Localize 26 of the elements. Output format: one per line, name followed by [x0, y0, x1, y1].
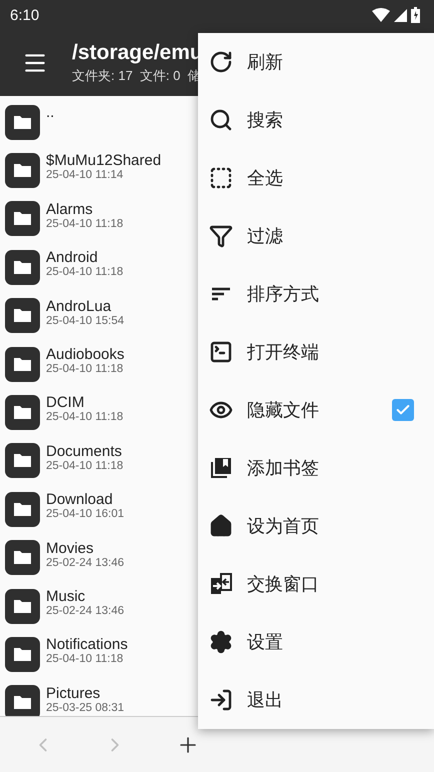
file-date: 25-04-10 11:18	[46, 266, 124, 278]
file-name: Pictures	[46, 684, 102, 702]
file-name: Music	[46, 588, 86, 605]
file-date: 25-04-10 11:18	[46, 362, 124, 375]
file-name: Android	[46, 249, 99, 266]
status-time: 6:10	[10, 6, 40, 24]
file-date: 25-03-25 08:31	[46, 702, 124, 714]
file-date: 25-04-10 11:18	[46, 653, 124, 666]
file-date: 25-04-10 11:18	[46, 460, 124, 472]
file-date: 25-02-24 13:46	[46, 604, 124, 617]
file-name: DCIM	[46, 394, 86, 412]
file-date: 25-02-24 13:46	[46, 556, 124, 569]
file-name: Audiobooks	[46, 346, 124, 363]
file-name: Download	[46, 491, 114, 508]
file-name: Documents	[46, 442, 123, 460]
file-date: 25-04-10 11:18	[46, 411, 124, 424]
file-date: 25-04-10 16:01	[46, 508, 124, 520]
file-name: ..	[46, 104, 54, 121]
file-date: 25-04-10 11:14	[46, 169, 124, 182]
file-date: 25-04-10 15:54	[46, 314, 124, 327]
file-name: AndroLua	[46, 298, 112, 315]
file-name: $MuMu12Shared	[46, 152, 162, 170]
file-date: 25-04-10 11:18	[46, 218, 124, 230]
file-name: Notifications	[46, 636, 128, 654]
file-name: Movies	[46, 540, 95, 557]
file-name: Alarms	[46, 200, 94, 218]
